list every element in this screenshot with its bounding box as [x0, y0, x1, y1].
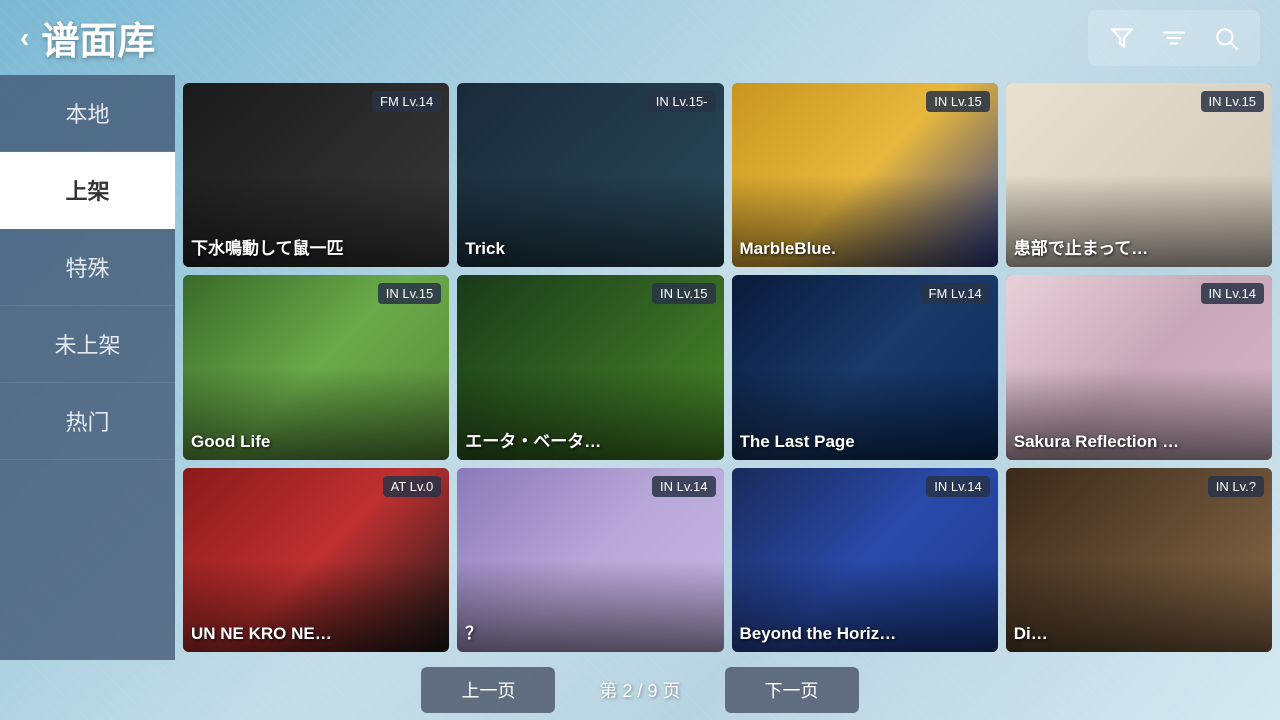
- main-layout: 本地 上架 特殊 未上架 热门 FM Lv.14 下水鳴動して鼠一匹 IN Lv…: [0, 75, 1280, 660]
- card-title: ？: [465, 619, 715, 644]
- song-card-4[interactable]: IN Lv.15 患部で止まって…: [1006, 83, 1272, 267]
- card-badge: IN Lv.14: [1201, 283, 1264, 304]
- song-grid: FM Lv.14 下水鳴動して鼠一匹 IN Lv.15- Trick IN Lv…: [183, 83, 1272, 652]
- next-page-button[interactable]: 下一页: [725, 667, 859, 713]
- card-title: Good Life: [191, 432, 441, 452]
- sidebar: 本地 上架 特殊 未上架 热门: [0, 75, 175, 660]
- song-card-1[interactable]: FM Lv.14 下水鳴動して鼠一匹: [183, 83, 449, 267]
- page-title: 谱面库: [41, 10, 155, 65]
- card-badge: IN Lv.15: [1201, 91, 1264, 112]
- card-badge: IN Lv.14: [652, 476, 715, 497]
- song-card-12[interactable]: IN Lv.? Di…: [1006, 468, 1272, 652]
- card-badge: IN Lv.14: [926, 476, 989, 497]
- search-icon: [1213, 25, 1239, 51]
- prev-page-button[interactable]: 上一页: [421, 667, 555, 713]
- card-badge: IN Lv.15: [378, 283, 441, 304]
- card-title: The Last Page: [740, 432, 990, 452]
- song-card-11[interactable]: IN Lv.14 Beyond the Horiz…: [732, 468, 998, 652]
- filter-button[interactable]: [1100, 16, 1144, 60]
- sort-button[interactable]: [1152, 16, 1196, 60]
- song-card-10[interactable]: IN Lv.14 ？: [457, 468, 723, 652]
- song-card-3[interactable]: IN Lv.15 MarbleBlue.: [732, 83, 998, 267]
- card-title: 患部で止まって…: [1014, 234, 1264, 259]
- card-badge: IN Lv.15: [926, 91, 989, 112]
- card-badge: IN Lv.?: [1208, 476, 1264, 497]
- card-title: Trick: [465, 239, 715, 259]
- header-left: ‹ 谱面库: [20, 10, 155, 65]
- sidebar-item-local[interactable]: 本地: [0, 75, 175, 152]
- sort-icon: [1161, 25, 1187, 51]
- card-title: MarbleBlue.: [740, 239, 990, 259]
- card-title: Beyond the Horiz…: [740, 624, 990, 644]
- song-card-5[interactable]: IN Lv.15 Good Life: [183, 275, 449, 459]
- header: ‹ 谱面库: [0, 0, 1280, 75]
- page-info: 第 2 / 9 页: [559, 667, 720, 713]
- card-title: 下水鳴動して鼠一匹: [191, 234, 441, 259]
- sidebar-item-special[interactable]: 特殊: [0, 229, 175, 306]
- card-badge: IN Lv.15-: [648, 91, 716, 112]
- card-badge: FM Lv.14: [921, 283, 990, 304]
- song-card-6[interactable]: IN Lv.15 エータ・ベータ…: [457, 275, 723, 459]
- header-toolbar: [1088, 10, 1260, 66]
- card-badge: AT Lv.0: [383, 476, 442, 497]
- card-badge: FM Lv.14: [372, 91, 441, 112]
- filter-icon: [1109, 25, 1135, 51]
- back-button[interactable]: ‹: [20, 22, 29, 54]
- song-card-7[interactable]: FM Lv.14 The Last Page: [732, 275, 998, 459]
- grid-area: FM Lv.14 下水鳴動して鼠一匹 IN Lv.15- Trick IN Lv…: [175, 75, 1280, 660]
- card-badge: IN Lv.15: [652, 283, 715, 304]
- card-title: UN NE KRO NE…: [191, 624, 441, 644]
- footer: 上一页 第 2 / 9 页 下一页: [0, 660, 1280, 720]
- song-card-9[interactable]: AT Lv.0 UN NE KRO NE…: [183, 468, 449, 652]
- card-title: Sakura Reflection …: [1014, 432, 1264, 452]
- song-card-8[interactable]: IN Lv.14 Sakura Reflection …: [1006, 275, 1272, 459]
- sidebar-item-hot[interactable]: 热门: [0, 383, 175, 460]
- song-card-2[interactable]: IN Lv.15- Trick: [457, 83, 723, 267]
- card-title: エータ・ベータ…: [465, 427, 715, 452]
- sidebar-item-unlisted[interactable]: 未上架: [0, 306, 175, 383]
- card-title: Di…: [1014, 624, 1264, 644]
- sidebar-item-online[interactable]: 上架: [0, 152, 175, 229]
- search-button[interactable]: [1204, 16, 1248, 60]
